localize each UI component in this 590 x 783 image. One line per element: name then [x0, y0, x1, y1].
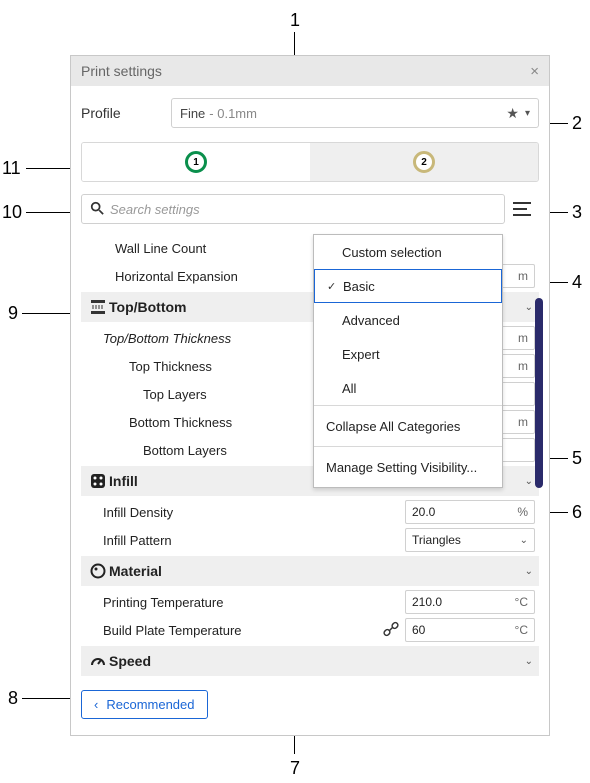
- scrollbar[interactable]: [535, 298, 543, 488]
- profile-name: Fine: [180, 106, 205, 121]
- category-material[interactable]: Material ⌄: [81, 556, 539, 586]
- extruder-1-icon: 1: [185, 151, 207, 173]
- link-icon[interactable]: [383, 621, 399, 640]
- menu-item-advanced[interactable]: Advanced: [314, 303, 502, 337]
- close-button[interactable]: ×: [530, 63, 539, 80]
- menu-item-all[interactable]: All: [314, 371, 502, 405]
- category-label: Material: [109, 563, 525, 579]
- chevron-down-icon: ▾: [525, 108, 530, 119]
- menu-item-manage-visibility[interactable]: Manage Setting Visibility...: [314, 447, 502, 487]
- extruder-2-icon: 2: [413, 151, 435, 173]
- callout-6: 6: [572, 502, 582, 523]
- chevron-down-icon: ⌄: [525, 566, 533, 577]
- setting-label: Printing Temperature: [85, 595, 405, 610]
- category-label: Speed: [109, 653, 525, 669]
- panel-title: Print settings: [81, 63, 530, 79]
- chevron-down-icon: ⌄: [525, 302, 533, 313]
- visibility-menu-button[interactable]: [505, 194, 539, 224]
- material-icon: [87, 563, 109, 579]
- callout-8: 8: [8, 688, 18, 709]
- search-icon: [90, 201, 104, 218]
- print-settings-panel: Print settings × Profile Fine - 0.1mm ★ …: [70, 55, 550, 736]
- extruder-tab-1[interactable]: 1: [82, 143, 310, 181]
- callout-4: 4: [572, 272, 582, 293]
- chevron-down-icon: ⌄: [525, 656, 533, 667]
- profile-label: Profile: [81, 105, 171, 121]
- visibility-menu: Custom selection ✓Basic Advanced Expert …: [313, 234, 503, 488]
- callout-3: 3: [572, 202, 582, 223]
- callout-7: 7: [290, 758, 300, 779]
- chevron-down-icon: ⌄: [525, 476, 533, 487]
- search-placeholder: Search settings: [110, 202, 200, 217]
- search-input[interactable]: Search settings: [81, 194, 505, 224]
- callout-11: 11: [2, 158, 21, 179]
- callout-10: 10: [2, 202, 22, 223]
- profile-detail: - 0.1mm: [209, 106, 257, 121]
- menu-item-expert[interactable]: Expert: [314, 337, 502, 371]
- callout-9: 9: [8, 303, 18, 324]
- menu-item-basic[interactable]: ✓Basic: [314, 269, 502, 303]
- extruder-tab-2[interactable]: 2: [310, 143, 538, 181]
- callout-5: 5: [572, 448, 582, 469]
- category-speed[interactable]: Speed ⌄: [81, 646, 539, 676]
- speed-icon: [87, 653, 109, 669]
- infill-icon: [87, 473, 109, 489]
- callout-1: 1: [290, 10, 300, 31]
- settings-list: Wall Line Count Horizontal Expansion m T…: [81, 234, 539, 676]
- callout-2: 2: [572, 113, 582, 134]
- value-dropdown[interactable]: Triangles ⌄: [405, 528, 535, 552]
- setting-label: Build Plate Temperature: [85, 623, 383, 638]
- setting-label: Infill Density: [85, 505, 405, 520]
- profile-dropdown[interactable]: Fine - 0.1mm ★ ▾: [171, 98, 539, 128]
- value-input[interactable]: 210.0 °C: [405, 590, 535, 614]
- menu-item-custom[interactable]: Custom selection: [314, 235, 502, 269]
- extruder-tabs: 1 2: [81, 142, 539, 182]
- setting-label: Infill Pattern: [85, 533, 405, 548]
- menu-item-collapse[interactable]: Collapse All Categories: [314, 406, 502, 446]
- value-input[interactable]: 60 °C: [405, 618, 535, 642]
- star-icon[interactable]: ★: [506, 105, 519, 122]
- chevron-left-icon: ‹: [94, 697, 98, 712]
- top-bottom-icon: [87, 299, 109, 315]
- value-input[interactable]: 20.0 %: [405, 500, 535, 524]
- panel-header: Print settings ×: [71, 56, 549, 86]
- recommended-button[interactable]: ‹ Recommended: [81, 690, 208, 719]
